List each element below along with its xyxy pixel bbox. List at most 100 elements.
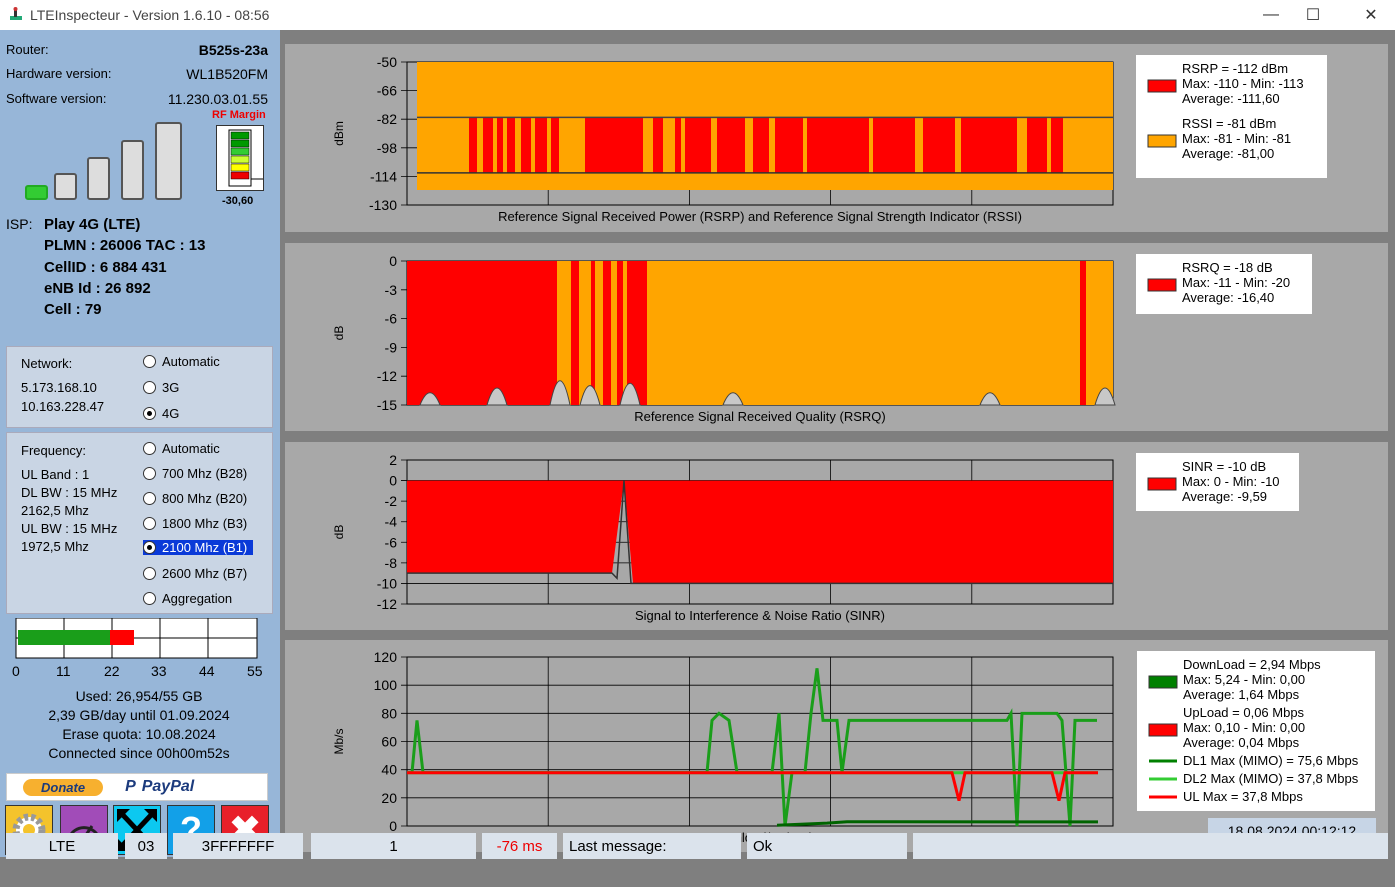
signal-bar-2 — [54, 173, 77, 200]
area-segment — [717, 117, 745, 173]
area-segment — [873, 117, 915, 173]
radio-freq-aggregation[interactable]: Aggregation — [143, 591, 232, 606]
area-segment — [469, 117, 477, 173]
y-tick-label: 80 — [381, 705, 397, 721]
close-window-button[interactable]: ✕ — [1348, 0, 1394, 30]
y-axis-label: dBm — [332, 121, 346, 146]
area-segment — [603, 261, 611, 405]
y-tick-label: -50 — [377, 54, 397, 70]
dl-frequency: 2162,5 Mhz — [21, 503, 89, 518]
y-tick-label: -66 — [377, 83, 397, 99]
area-segment — [417, 117, 469, 173]
y-tick-label: 120 — [374, 649, 398, 665]
area-segment — [647, 261, 1080, 405]
radio-network-4g[interactable]: 4G — [143, 406, 179, 421]
legend-swatch — [1147, 278, 1177, 292]
y-tick-label: 0 — [389, 818, 397, 834]
legend-text: Average: 1,64 Mbps — [1183, 687, 1300, 702]
y-axis-label: dB — [332, 326, 346, 341]
status-code: 03 — [125, 833, 167, 859]
y-tick-label: -9 — [385, 339, 398, 355]
radio-dot[interactable] — [143, 467, 156, 480]
usage-used: Used: 26,954/55 GB — [75, 688, 203, 704]
legend-text: Average: -16,40 — [1182, 290, 1274, 305]
radio-dot[interactable] — [143, 442, 156, 455]
signal-bar-4 — [121, 140, 144, 200]
legend-text: UpLoad = 0,06 Mbps — [1183, 705, 1305, 720]
connected-since: Connected since 00h00m52s — [48, 745, 230, 761]
legend-text: UL Max = 37,8 Mbps — [1183, 789, 1303, 804]
y-tick-label: -8 — [385, 555, 398, 571]
area-segment — [753, 117, 769, 173]
maximize-button[interactable]: ☐ — [1290, 0, 1336, 30]
legend-text: Average: -9,59 — [1182, 489, 1267, 504]
y-tick-label: -10 — [377, 575, 397, 591]
radio-dot[interactable] — [143, 567, 156, 580]
area-segment — [1063, 117, 1113, 173]
y-tick-label: -114 — [370, 168, 397, 184]
radio-dot[interactable] — [143, 492, 156, 505]
chart-panel-rsrp: -50 -66 -82 -98 -114 -130 dBm Reference Signal … — [285, 44, 1388, 232]
chart-panel-rsrq: 0 -3 -6 -9 -12 -15 dB Reference Signal Received… — [285, 243, 1388, 431]
radio-network-automatic[interactable]: Automatic — [143, 354, 220, 369]
area-segment — [551, 117, 559, 173]
status-mode: LTE — [6, 833, 118, 859]
area-segment — [961, 117, 1017, 173]
donate-paypal-button[interactable]: Donate P PayPal — [6, 773, 268, 801]
radio-dot[interactable] — [143, 592, 156, 605]
usage-tick: 11 — [56, 663, 71, 678]
radio-freq-b7[interactable]: 2600 Mhz (B7) — [143, 566, 247, 581]
radio-dot[interactable] — [143, 381, 156, 394]
radio-dot-selected[interactable] — [143, 407, 156, 420]
rf-margin-value: -30,60 — [222, 195, 254, 207]
area-segment — [571, 261, 579, 405]
signal-bar-3 — [87, 157, 110, 200]
usage-tick: 22 — [104, 663, 120, 678]
radio-dot-selected[interactable] — [143, 541, 156, 554]
hardware-label: Hardware version: — [6, 66, 112, 81]
chart-panel-throughput: 120100806040200Mb/sDownload/UploadDownLo… — [285, 640, 1388, 852]
area-segment — [611, 261, 617, 405]
signal-bar-1 — [25, 185, 48, 200]
status-last-message-label: Last message: — [563, 833, 741, 859]
area-segment — [775, 117, 803, 173]
router-label: Router: — [6, 42, 49, 57]
radio-dot[interactable] — [143, 517, 156, 530]
radio-freq-b3[interactable]: 1800 Mhz (B3) — [143, 516, 247, 531]
radio-dot[interactable] — [143, 355, 156, 368]
legend-text: Average: -111,60 — [1182, 91, 1280, 106]
radio-freq-b28[interactable]: 700 Mhz (B28) — [143, 466, 247, 481]
network-label: Network: — [21, 356, 73, 371]
radio-freq-b1[interactable]: 2100 Mhz (B1) — [143, 540, 254, 555]
legend-text: Max: -110 - Min: -113 — [1182, 76, 1304, 91]
y-tick-label: -2 — [385, 493, 398, 509]
minimize-button[interactable]: — — [1248, 0, 1294, 30]
y-tick-label: -130 — [369, 197, 397, 213]
signal-bar-5 — [155, 122, 182, 200]
legend-text: Max: 0 - Min: -10 — [1182, 474, 1280, 489]
area-segment — [915, 117, 923, 173]
area-segment — [803, 117, 807, 173]
y-tick-label: -12 — [377, 368, 397, 384]
radio-freq-b20[interactable]: 800 Mhz (B20) — [143, 491, 247, 506]
left-panel: Router: B525s-23a Hardware version: WL1B… — [0, 30, 280, 857]
dl-bandwidth: DL BW : 15 MHz — [21, 485, 118, 500]
area-segment — [769, 117, 775, 173]
area-segment — [653, 117, 663, 173]
radio-network-3g[interactable]: 3G — [143, 380, 179, 395]
radio-freq-automatic[interactable]: Automatic — [143, 441, 220, 456]
y-tick-label: 0 — [389, 253, 397, 269]
area-segment — [521, 117, 531, 173]
legend-swatch — [1148, 675, 1178, 689]
y-axis-label: Mb/s — [332, 728, 346, 754]
rf-gauge-graphic — [228, 129, 263, 187]
area-segment — [503, 117, 507, 173]
chart-rsrq: 0 -3 -6 -9 -12 -15 dB Reference Signal Received… — [332, 253, 1312, 424]
software-label: Software version: — [6, 91, 107, 106]
ul-frequency: 1972,5 Mhz — [21, 539, 89, 554]
area-segment — [515, 117, 521, 173]
y-tick-label: -82 — [377, 111, 397, 127]
cell-id: CellID : 6 884 431 — [44, 259, 167, 276]
ip-address-2: 10.163.228.47 — [21, 399, 105, 414]
y-tick-label: 0 — [389, 473, 397, 489]
